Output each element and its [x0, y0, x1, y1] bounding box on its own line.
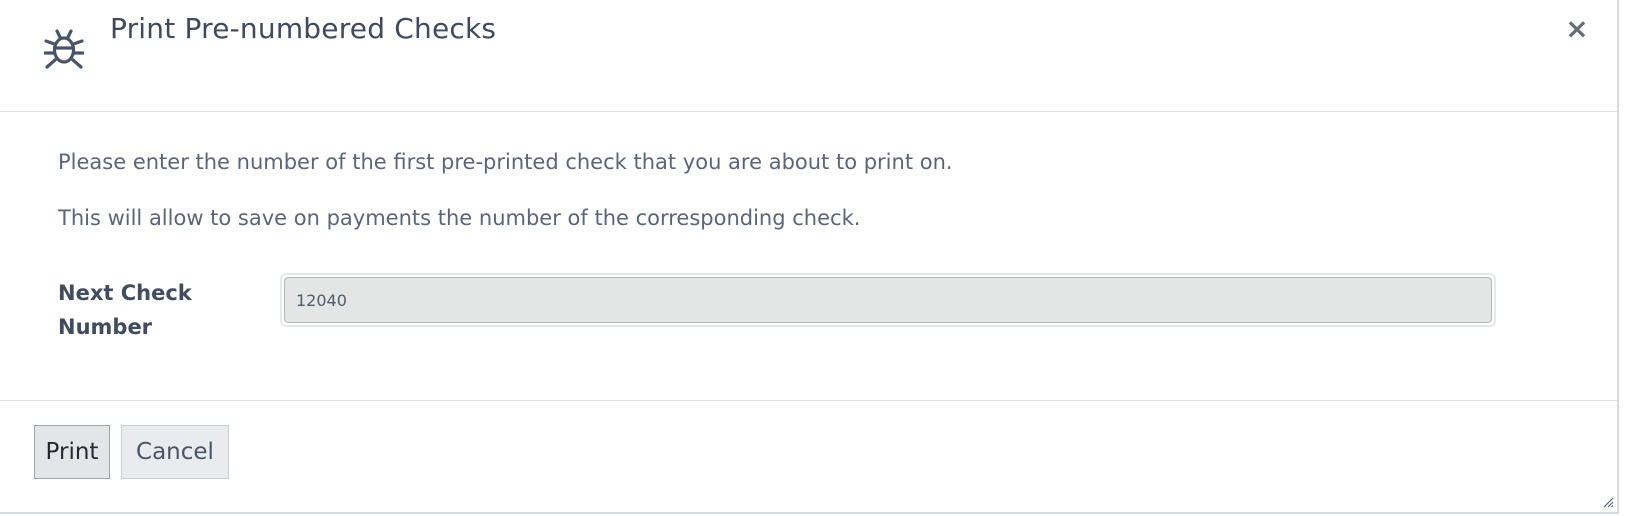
- dialog-title: Print Pre-numbered Checks: [110, 12, 497, 45]
- print-button[interactable]: Print: [34, 425, 110, 479]
- close-button[interactable]: ×: [1564, 14, 1590, 44]
- instruction-text: Please enter the number of the first pre…: [58, 150, 953, 174]
- cancel-button[interactable]: Cancel: [121, 425, 229, 479]
- footer-divider: [0, 400, 1617, 401]
- info-text: This will allow to save on payments the …: [58, 206, 861, 230]
- bug-icon: [44, 29, 84, 69]
- print-checks-dialog: Print Pre-numbered Checks × Please enter…: [0, 0, 1619, 514]
- next-check-number-label: Next Check Number: [58, 281, 192, 339]
- next-check-number-focus-ring: [280, 273, 1496, 327]
- resize-grip-icon[interactable]: [1602, 496, 1614, 508]
- next-check-number-input[interactable]: [284, 277, 1492, 323]
- dialog-header: Print Pre-numbered Checks ×: [0, 0, 1617, 112]
